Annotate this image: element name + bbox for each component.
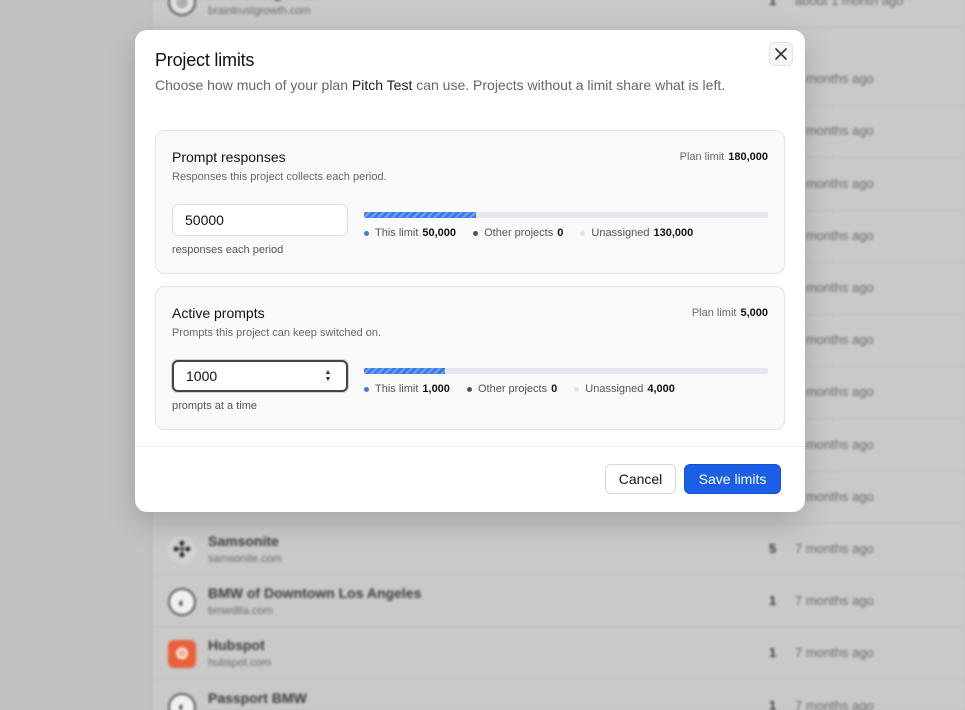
- legend-value: 50,000: [422, 227, 457, 240]
- this-limit-dot-icon: [364, 386, 369, 392]
- plan-limit-value: 5,000: [740, 307, 768, 319]
- card-subtitle: Responses this project collects each per…: [172, 171, 387, 183]
- close-button[interactable]: [769, 42, 793, 66]
- project-limits-dialog: Project limits Choose how much of your p…: [135, 30, 805, 512]
- plan-limit-value: 180,000: [728, 151, 768, 163]
- created-ago: 7 months ago: [795, 645, 874, 661]
- plan-limit-label: Plan limit: [691, 307, 737, 319]
- created-ago: 7 months ago: [795, 593, 874, 609]
- close-icon: [775, 48, 787, 60]
- legend-value: 4,000: [647, 383, 675, 396]
- project-name: Hubspot: [208, 637, 265, 654]
- prompt-responses-input[interactable]: [172, 204, 348, 236]
- legend-label: Unassigned: [591, 227, 650, 240]
- legend-label: Other projects: [477, 383, 548, 396]
- created-ago: 7 months ago: [795, 436, 874, 452]
- created-ago: 7 months ago: [795, 384, 874, 400]
- bmw-logo-icon: ◐: [168, 692, 196, 710]
- usage-bar-fill: [364, 368, 445, 374]
- project-name: Passport BMW: [208, 689, 307, 706]
- project-name: BMW of Downtown Los Angeles: [208, 585, 422, 602]
- this-limit-dot-icon: [364, 230, 369, 236]
- card-subtitle: Prompts this project can keep switched o…: [172, 327, 382, 339]
- footer-divider: [135, 446, 805, 447]
- created-ago: 7 months ago: [795, 175, 874, 191]
- usage-bar: [364, 368, 768, 374]
- samsonite-logo-icon: ✣: [168, 536, 196, 564]
- created-ago: 7 months ago: [795, 71, 874, 87]
- desc-after: can use. Projects without a limit share …: [412, 77, 726, 93]
- dialog-title: Project limits: [155, 50, 255, 70]
- save-limits-button[interactable]: Save limits: [684, 464, 781, 494]
- project-row[interactable]: ◐ BMW of Downtown Los Angeles bmwdtla.com 1…: [152, 576, 965, 629]
- project-row[interactable]: ◐Passport BMWpassportbmw.com17 months ag…: [152, 681, 965, 710]
- desc-before: Choose how much of your plan: [155, 77, 352, 93]
- bmw-logo-icon: ◐: [168, 588, 196, 617]
- prompt-count: 1: [769, 0, 777, 8]
- prompt-count: 1: [769, 645, 777, 661]
- plan-limit: Plan limit 5,000: [692, 307, 768, 319]
- card-title: Active prompts: [172, 305, 265, 321]
- legend-value: 0: [557, 227, 564, 240]
- usage-bar: [364, 212, 768, 218]
- input-unit: prompts at a time: [172, 400, 257, 412]
- legend-value: 130,000: [653, 227, 694, 240]
- card-title: Prompt responses: [172, 149, 286, 165]
- unassigned-dot-icon: [574, 386, 580, 392]
- prompt-count: 1: [769, 593, 777, 609]
- created-ago: 7 months ago: [795, 280, 874, 295]
- project-name: braintrustgrowth: [208, 0, 320, 1]
- created-ago: about 1 month ago: [795, 0, 904, 8]
- project-domain: bmwdtla.com: [208, 605, 273, 618]
- created-ago: 7 months ago: [795, 227, 874, 243]
- project-row[interactable]: ◎ braintrustgrowth braintrustgrowth.com 1 ab…: [152, 0, 965, 28]
- plan-limit-label: Plan limit: [679, 151, 725, 163]
- project-domain: braintrustgrowth.com: [208, 5, 311, 17]
- usage-bar-fill: [364, 212, 477, 218]
- usage-legend: This limit 1,000 Other projects 0 Unassign…: [364, 383, 689, 395]
- legend-value: 1,000: [422, 383, 450, 396]
- dialog-description: Choose how much of your plan Pitch Test …: [155, 75, 735, 95]
- legend-label: Other projects: [484, 227, 554, 240]
- project-domain: hubspot.com: [208, 657, 271, 670]
- legend-label: This limit: [375, 383, 419, 396]
- circle-logo-icon: ◎: [168, 0, 196, 16]
- created-ago: 7 months ago: [795, 541, 874, 556]
- prompt-responses-card: Prompt responses Responses this project …: [155, 130, 785, 274]
- usage-legend: This limit 50,000 Other projects 0 Unassig…: [364, 227, 707, 239]
- input-unit: responses each period: [172, 244, 284, 256]
- other-projects-dot-icon: [466, 386, 472, 392]
- created-ago: 7 months ago: [795, 697, 874, 710]
- hubspot-logo-icon: ⚙: [168, 640, 196, 669]
- created-ago: 7 months ago: [795, 332, 874, 348]
- created-ago: 7 months ago: [795, 123, 874, 139]
- prompt-count: 1: [769, 697, 777, 710]
- prompt-count: 5: [769, 541, 777, 556]
- legend-value: 0: [551, 383, 558, 396]
- project-domain: samsonite.com: [208, 553, 282, 565]
- number-stepper-icon[interactable]: ▲ ▼: [322, 368, 334, 384]
- legend-label: This limit: [375, 227, 419, 240]
- active-prompts-card: Active prompts Prompts this project can …: [155, 286, 785, 430]
- legend-label: Unassigned: [585, 383, 644, 396]
- plan-limit: Plan limit 180,000: [680, 151, 768, 163]
- created-ago: 7 months ago: [795, 488, 874, 504]
- project-name: Pitch Test: [351, 77, 413, 93]
- unassigned-dot-icon: [580, 230, 586, 236]
- cancel-button[interactable]: Cancel: [605, 464, 676, 494]
- other-projects-dot-icon: [473, 230, 479, 236]
- project-row[interactable]: ✣ Samsonite samsonite.com 5 7 months ago: [152, 524, 965, 576]
- project-row[interactable]: ⚙ Hubspot hubspot.com 1 7 months ago: [152, 628, 965, 681]
- project-name: Samsonite: [208, 533, 279, 549]
